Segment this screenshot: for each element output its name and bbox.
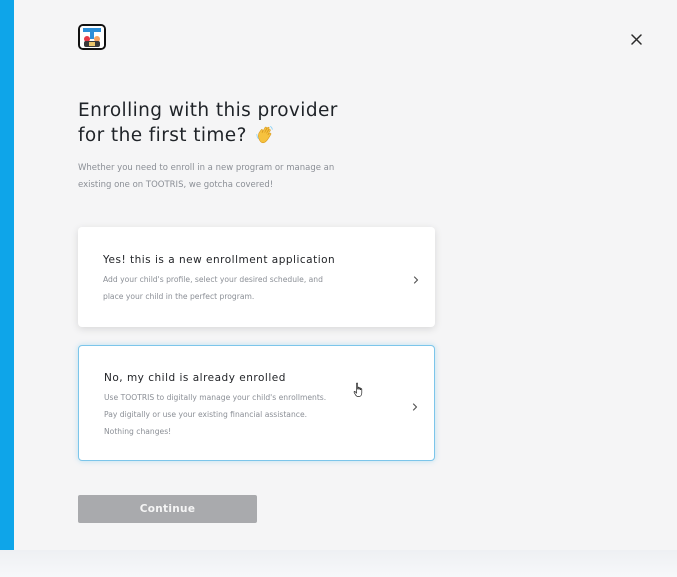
hand-cursor-icon xyxy=(353,382,363,397)
page-title: Enrolling with this provider for the fir… xyxy=(78,98,408,148)
chevron-right-icon xyxy=(412,403,418,411)
chevron-right-icon xyxy=(413,276,419,284)
new-enrollment-option[interactable]: Yes! this is a new enrollment applicatio… xyxy=(78,227,435,327)
option-title: Yes! this is a new enrollment applicatio… xyxy=(103,254,336,266)
waving-hand-icon xyxy=(256,126,273,143)
page-subtitle: Whether you need to enroll in a new prog… xyxy=(78,160,378,194)
option-title: No, my child is already enrolled xyxy=(104,372,286,384)
close-button[interactable] xyxy=(625,28,647,50)
accent-bar xyxy=(0,0,14,550)
title-line-1: Enrolling with this provider xyxy=(78,100,338,121)
option-desc-line: Nothing changes! xyxy=(104,427,172,436)
option-desc-line: Add your child's profile, select your de… xyxy=(103,275,323,284)
option-desc-line: Pay digitally or use your existing finan… xyxy=(104,410,308,419)
option-description: Use TOOTRIS to digitally manage your chi… xyxy=(104,389,389,440)
option-description: Add your child's profile, select your de… xyxy=(103,271,388,305)
bottom-backdrop xyxy=(0,550,677,577)
continue-button[interactable]: Continue xyxy=(78,495,257,523)
subtitle-line-2: existing one on TOOTRIS, we gotcha cover… xyxy=(78,180,274,190)
already-enrolled-option[interactable]: No, my child is already enrolled Use TOO… xyxy=(78,345,435,461)
tootris-logo xyxy=(78,24,106,50)
subtitle-line-1: Whether you need to enroll in a new prog… xyxy=(78,163,335,173)
close-icon xyxy=(630,33,642,45)
option-desc-line: Use TOOTRIS to digitally manage your chi… xyxy=(104,393,327,402)
option-desc-line: place your child in the perfect program. xyxy=(103,292,255,301)
title-line-2: for the first time? xyxy=(78,125,247,146)
enrollment-modal-screen: Enrolling with this provider for the fir… xyxy=(0,0,677,577)
